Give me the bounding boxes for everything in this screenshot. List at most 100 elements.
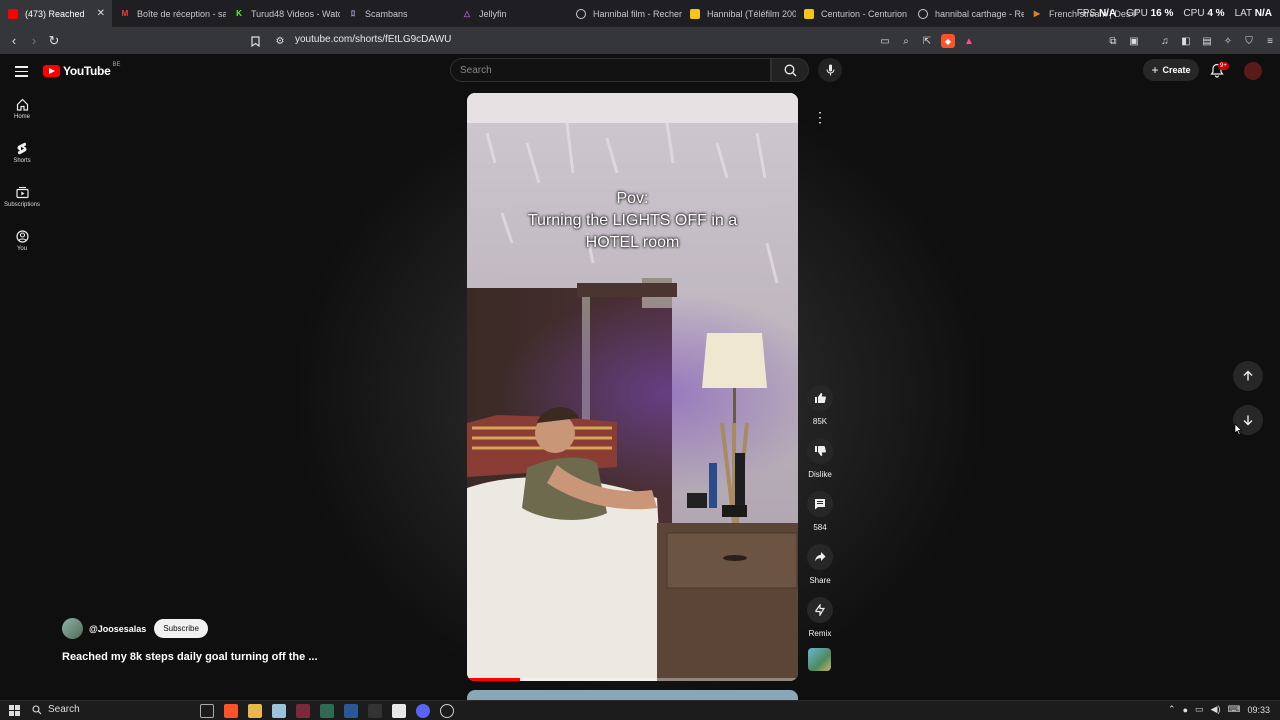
sidebar-item-subscriptions[interactable]: Subscriptions bbox=[0, 180, 44, 224]
tab-jellyfin[interactable]: △ Jellyfin bbox=[454, 0, 568, 27]
file-explorer-icon[interactable] bbox=[248, 704, 262, 718]
keyboard-icon[interactable]: ⌨ bbox=[1227, 704, 1240, 715]
back-icon[interactable]: ‹ bbox=[4, 31, 24, 51]
previous-short-button[interactable] bbox=[1233, 361, 1263, 391]
reload-icon[interactable]: ↻ bbox=[44, 31, 64, 51]
taskbar-search[interactable]: Search bbox=[32, 704, 80, 715]
brave-browser-icon[interactable] bbox=[224, 704, 238, 718]
discord-icon[interactable] bbox=[416, 704, 430, 718]
mic-tray-icon[interactable]: ● bbox=[1183, 705, 1188, 715]
account-avatar[interactable] bbox=[1244, 62, 1262, 80]
video-frame bbox=[467, 93, 798, 681]
tab-google-carthage[interactable]: hannibal carthage - Re bbox=[910, 0, 1024, 27]
site-info-icon[interactable]: ⚙ bbox=[270, 31, 290, 51]
video-progress-bar[interactable] bbox=[467, 678, 798, 681]
share-button[interactable]: Share bbox=[803, 544, 837, 585]
caption-line: Pov: bbox=[616, 190, 649, 207]
music-icon[interactable]: ♫ bbox=[1158, 34, 1172, 48]
tab-imdb-centurion[interactable]: Centurion - Centurion bbox=[796, 0, 910, 27]
hamburger-menu-icon[interactable] bbox=[15, 66, 28, 80]
short-title[interactable]: Reached my 8k steps daily goal turning o… bbox=[62, 651, 318, 663]
short-video-player[interactable]: Pov: Turning the LIGHTS OFF in a HOTEL r… bbox=[467, 93, 798, 681]
notifications-badge: 9+ bbox=[1218, 62, 1229, 70]
leo-ai-icon[interactable]: ✧ bbox=[1221, 34, 1235, 48]
terminal-icon[interactable] bbox=[320, 704, 334, 718]
tab-youtube[interactable]: (473) Reached ✕ bbox=[0, 0, 112, 27]
vpn-icon[interactable]: ⛉ bbox=[1242, 34, 1256, 48]
brave-shield-icon[interactable]: ◆ bbox=[941, 34, 955, 48]
windows-taskbar: Search ⌃ ● ▭ ◀) ⌨ 09:33 bbox=[0, 700, 1280, 720]
chevron-up-icon[interactable]: ⌃ bbox=[1168, 704, 1176, 715]
youtube-logo[interactable]: YouTube BE bbox=[43, 62, 120, 78]
zoom-icon[interactable]: ⌕ bbox=[899, 34, 913, 48]
settings-icon[interactable] bbox=[440, 704, 454, 718]
gpu-value: 16 % bbox=[1150, 8, 1174, 19]
voice-search-button[interactable] bbox=[818, 58, 842, 82]
gpu-label: GPU bbox=[1126, 8, 1148, 19]
brave-rewards-icon[interactable]: ▲ bbox=[962, 34, 976, 48]
thumbs-up-icon bbox=[815, 393, 826, 403]
sidebar-item-shorts[interactable]: Shorts bbox=[0, 136, 44, 180]
app-icon[interactable] bbox=[296, 704, 310, 718]
share-icon bbox=[815, 552, 826, 562]
tab-imdb-hannibal[interactable]: Hannibal (Téléfilm 200 bbox=[682, 0, 796, 27]
tab-label: Scambans bbox=[365, 8, 408, 19]
sidebar-toggle-icon[interactable]: ◧ bbox=[1179, 34, 1193, 48]
more-options-button[interactable]: ⋮ bbox=[808, 105, 832, 129]
arrow-down-icon bbox=[1243, 415, 1253, 426]
extensions-icon[interactable]: ⧉ bbox=[1106, 34, 1120, 48]
kick-favicon-icon: K bbox=[236, 9, 242, 18]
sidebar-item-you[interactable]: You bbox=[0, 224, 44, 268]
youtube-play-icon bbox=[43, 65, 60, 77]
screenshot-icon[interactable]: ▣ bbox=[1127, 34, 1141, 48]
channel-avatar[interactable] bbox=[62, 618, 83, 639]
search-icon bbox=[784, 64, 796, 76]
forward-icon[interactable]: › bbox=[24, 31, 44, 51]
like-count: 85K bbox=[812, 417, 828, 426]
extensions-toolbar: ⧉ ▣ ♫ ◧ ▤ ✧ ⛉ ≡ bbox=[1106, 31, 1277, 51]
youtube-favicon-icon bbox=[8, 8, 18, 19]
google-favicon-icon bbox=[576, 8, 586, 19]
task-view-icon[interactable] bbox=[200, 704, 214, 718]
search-input[interactable]: Search bbox=[450, 58, 771, 82]
close-tab-icon[interactable]: ✕ bbox=[97, 8, 105, 19]
google-favicon-icon bbox=[918, 8, 928, 19]
comment-icon bbox=[815, 499, 825, 510]
tab-label: Hannibal film - Recher bbox=[593, 8, 682, 19]
network-icon[interactable]: ▭ bbox=[1195, 704, 1204, 715]
word-icon[interactable] bbox=[344, 704, 358, 718]
comments-button[interactable]: 584 bbox=[803, 491, 837, 532]
like-button[interactable]: 85K bbox=[803, 385, 837, 426]
volume-icon[interactable]: ◀) bbox=[1211, 704, 1221, 715]
clock[interactable]: 09:33 bbox=[1247, 705, 1270, 715]
search-button[interactable] bbox=[771, 58, 809, 82]
play-favicon-icon: ▶ bbox=[1033, 9, 1041, 18]
create-button[interactable]: + Create bbox=[1143, 59, 1199, 81]
sidebar-item-home[interactable]: Home bbox=[0, 92, 44, 136]
share-page-icon[interactable]: ⇱ bbox=[920, 34, 934, 48]
url-field[interactable]: youtube.com/shorts/fEtLG9cDAWU bbox=[295, 34, 451, 45]
remix-button[interactable]: Remix bbox=[803, 597, 837, 638]
tab-gmail[interactable]: M Boîte de réception - sa bbox=[112, 0, 226, 27]
menu-icon[interactable]: ≡ bbox=[1263, 34, 1277, 48]
thumbs-down-icon bbox=[815, 446, 826, 456]
caption-line: HOTEL room bbox=[585, 234, 680, 251]
share-label: Share bbox=[809, 576, 831, 585]
address-bar: ‹ › ↻ ⚙ youtube.com/shorts/fEtLG9cDAWU ▭… bbox=[0, 27, 1280, 54]
search-icon bbox=[32, 704, 42, 714]
tab-kick[interactable]: K Turud48 Videos - Watc bbox=[226, 0, 340, 27]
tab-google-hannibal[interactable]: Hannibal film - Recher bbox=[568, 0, 682, 27]
bookmark-icon[interactable] bbox=[245, 31, 265, 51]
subscribe-button[interactable]: Subscribe bbox=[154, 619, 208, 638]
channel-name[interactable]: @Joosesalas bbox=[89, 624, 146, 634]
code-editor-icon[interactable] bbox=[392, 704, 406, 718]
tab-scambans[interactable]: ﾛ Scambans bbox=[340, 0, 454, 27]
wallet-icon[interactable]: ▤ bbox=[1200, 34, 1214, 48]
taskbar-apps bbox=[200, 704, 454, 718]
notepad-icon[interactable] bbox=[272, 704, 286, 718]
app-icon[interactable] bbox=[368, 704, 382, 718]
windows-start-icon[interactable] bbox=[9, 705, 20, 716]
sound-thumbnail[interactable] bbox=[808, 648, 831, 671]
dislike-button[interactable]: Dislike bbox=[803, 438, 837, 479]
cast-icon[interactable]: ▭ bbox=[878, 34, 892, 48]
